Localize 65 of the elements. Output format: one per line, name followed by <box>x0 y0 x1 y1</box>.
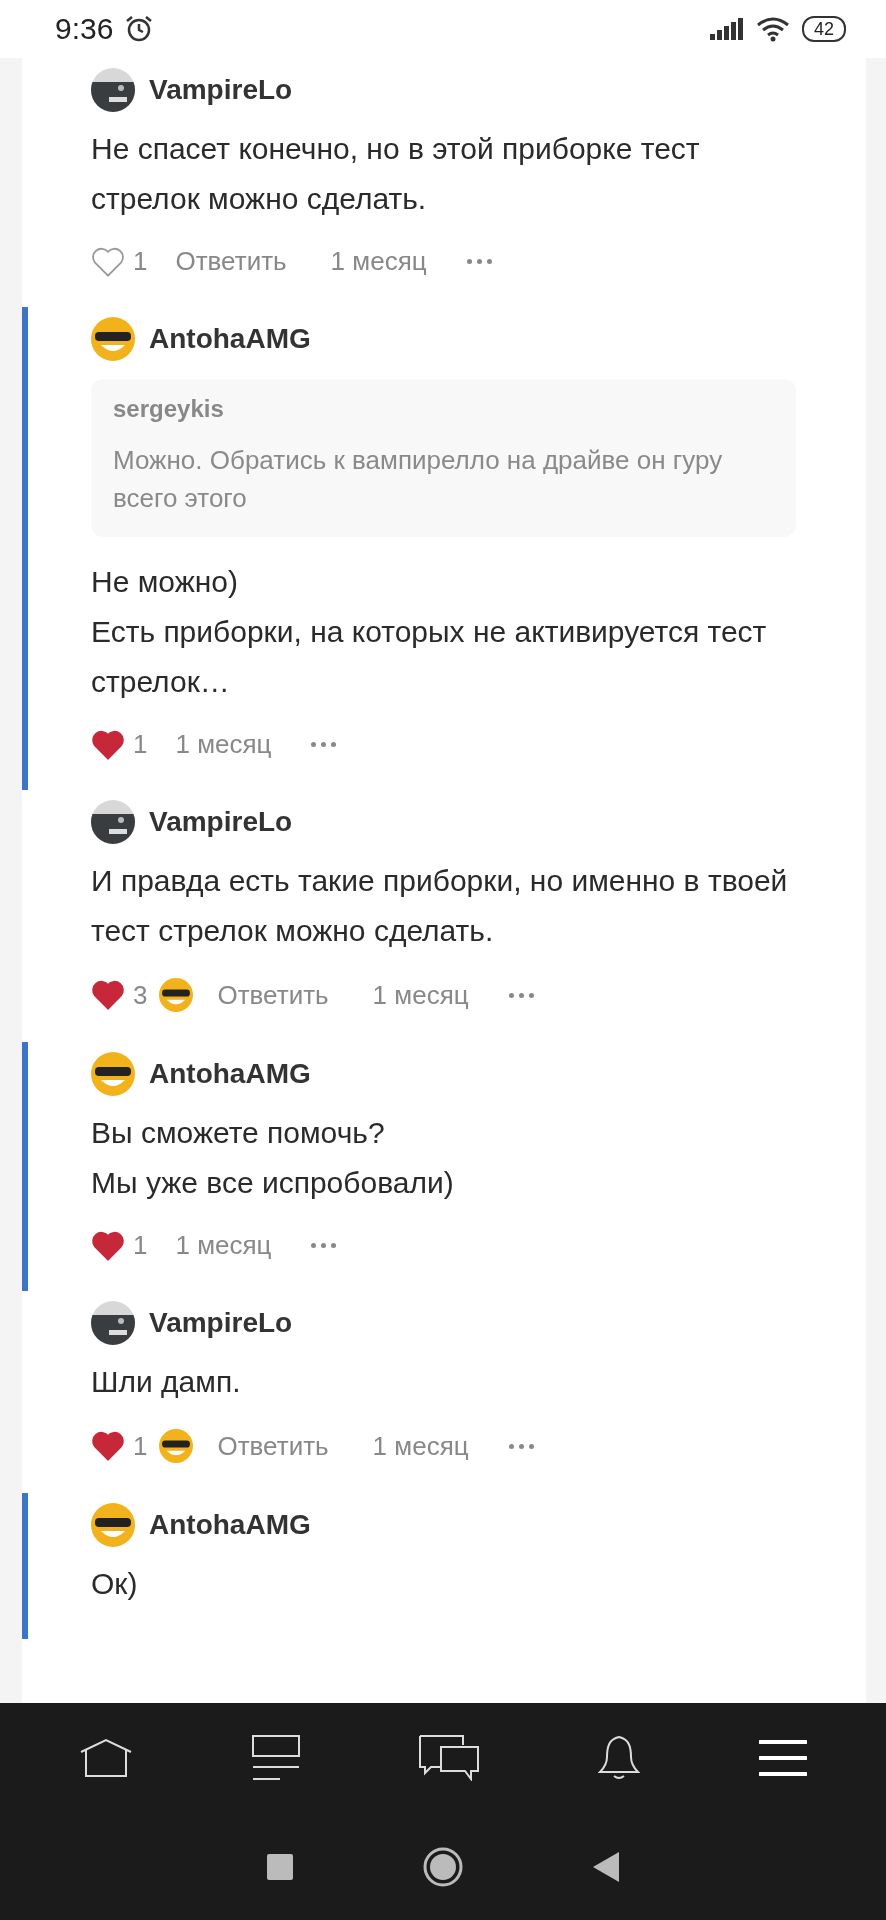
back-icon <box>593 1851 619 1882</box>
clock-time: 9:36 <box>55 12 114 46</box>
nav-button[interactable] <box>252 1735 301 1781</box>
menu-icon <box>758 1739 807 1777</box>
signal-icon <box>709 18 744 40</box>
more-icon[interactable] <box>311 742 337 747</box>
system-nav-button[interactable] <box>593 1851 619 1882</box>
reply-link[interactable]: Ответить <box>217 1430 329 1462</box>
more-icon[interactable] <box>466 259 492 264</box>
feed-icon <box>252 1735 301 1781</box>
home-icon <box>79 1738 134 1778</box>
alarm-icon <box>125 15 154 43</box>
avatar <box>91 1301 135 1345</box>
nav-button[interactable] <box>79 1738 134 1778</box>
like-count: 1 <box>133 1430 148 1462</box>
more-icon[interactable] <box>311 1243 337 1248</box>
nav-button[interactable] <box>597 1735 640 1781</box>
more-icon[interactable] <box>508 992 534 998</box>
comment-text: Не спасет конечно, но в этой приборке тест стрелок можно сделать. <box>91 131 701 217</box>
comment-text: Ок) <box>91 1566 139 1602</box>
author-name[interactable]: VampireLo <box>149 74 293 106</box>
bell-icon <box>597 1735 640 1781</box>
wifi-icon <box>755 16 790 42</box>
author-name[interactable]: VampireLo <box>149 1307 293 1339</box>
avatar <box>91 800 135 844</box>
chat-icon <box>419 1735 479 1781</box>
comment-text: Шли дамп. <box>91 1364 242 1400</box>
author-name[interactable]: AntohaAMG <box>149 323 311 355</box>
home-button-icon <box>423 1846 463 1887</box>
avatar <box>91 1052 135 1096</box>
like-count: 3 <box>133 979 148 1011</box>
quote-text: Можно. Обратись к вампирелло на драйве он гуру всего этого <box>113 444 724 515</box>
comment-text: И правда есть такие приборки, но именно в твоей тест стрелок можно сделать. <box>91 863 789 949</box>
system-nav-button[interactable] <box>267 1853 293 1880</box>
system-nav-button[interactable] <box>423 1846 463 1887</box>
reply-link[interactable]: Ответить <box>217 979 329 1011</box>
avatar <box>91 1503 135 1547</box>
comment-time: 1 месяц <box>175 729 272 760</box>
like-count: 1 <box>133 729 148 760</box>
nav-button[interactable] <box>419 1735 479 1781</box>
comment-text: Мы уже все испробовали) <box>91 1165 455 1201</box>
author-name[interactable]: AntohaAMG <box>149 1509 311 1541</box>
comment-time: 1 месяц <box>175 1230 272 1261</box>
author-name[interactable]: AntohaAMG <box>149 1058 311 1090</box>
like-count: 1 <box>133 246 148 277</box>
heart-icon[interactable] <box>91 980 125 1010</box>
comment-text: Есть приборки, на которых не активируется тест стрелок… <box>91 614 768 700</box>
heart-icon[interactable] <box>91 246 125 277</box>
heart-icon[interactable] <box>91 729 125 760</box>
more-icon[interactable] <box>508 1443 534 1449</box>
heart-icon[interactable] <box>91 1431 125 1461</box>
author-name[interactable]: VampireLo <box>149 806 293 838</box>
heart-icon[interactable] <box>91 1230 125 1261</box>
comment-time: 1 месяц <box>372 1430 469 1462</box>
recents-icon <box>267 1853 293 1880</box>
comment-text: Не можно) <box>91 564 239 600</box>
battery-level: 42 <box>801 16 846 42</box>
reply-link[interactable]: Ответить <box>175 246 287 277</box>
quote-author: sergeykis <box>113 395 225 423</box>
comment-text: Вы сможете помочь? <box>91 1115 386 1151</box>
comment-time: 1 месяц <box>330 246 427 277</box>
avatar <box>91 68 135 112</box>
avatar <box>91 317 135 361</box>
comment-time: 1 месяц <box>372 979 469 1011</box>
like-count: 1 <box>133 1230 148 1261</box>
